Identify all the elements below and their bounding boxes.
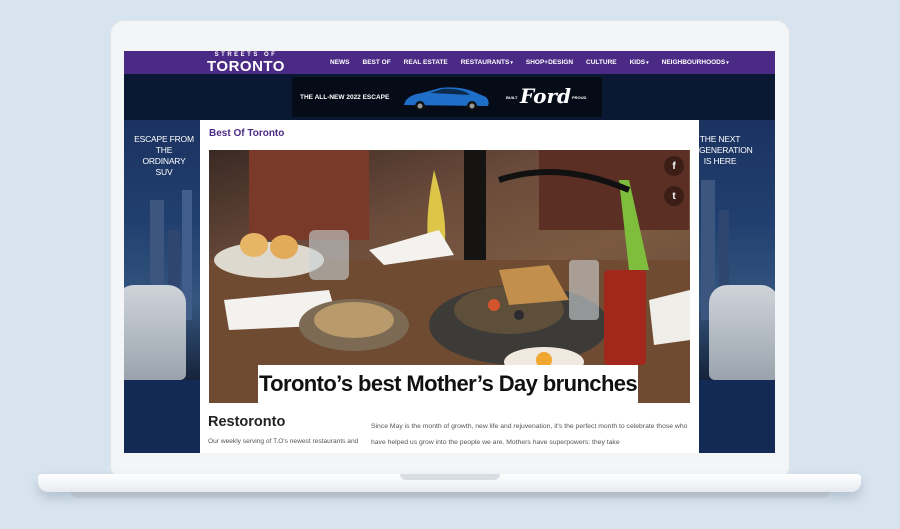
hero-title-box: Toronto’s best Mother’s Day brunches: [258, 365, 638, 403]
hero-image[interactable]: f t Toronto’s best Mother’s Day brunches: [209, 150, 690, 403]
top-ad-strip: THE ALL-NEW 2022 ESCAPE BUILT Ford PROUD: [124, 74, 775, 120]
nav-item-restaurants[interactable]: RESTAURANTS▾: [461, 59, 513, 66]
article-headline[interactable]: Toronto’s best Mother’s Day brunches: [259, 371, 638, 397]
section-title[interactable]: Best Of Toronto: [209, 128, 284, 139]
chevron-down-icon: ▾: [646, 60, 649, 66]
chevron-down-icon: ▾: [726, 60, 729, 66]
left-side-ad[interactable]: ESCAPE FROM THE ORDINARY SUV: [124, 120, 200, 380]
nav-label: REAL ESTATE: [403, 59, 448, 66]
nav-item-culture[interactable]: CULTURE: [586, 59, 617, 66]
top-navigation: STREETS OF TORONTO NEWS BEST OF REAL EST…: [124, 51, 775, 74]
nav-item-neighbourhoods[interactable]: NEIGHBOURHOODS▾: [662, 59, 729, 66]
ad-proud-text: PROUD: [572, 95, 587, 100]
car-image: [404, 87, 489, 111]
chevron-down-icon: ▾: [510, 60, 513, 66]
nav-label: NEWS: [330, 59, 350, 66]
nav-label: NEIGHBOURHOODS: [661, 59, 726, 66]
facebook-glyph: f: [672, 160, 676, 172]
suv-image: [124, 285, 186, 380]
article-body: Since May is the month of growth, new li…: [371, 423, 688, 446]
left-ad-text: ESCAPE FROM THE ORDINARY SUV: [134, 134, 194, 177]
nav-label: SHOP+DESIGN: [525, 59, 574, 66]
nav-label: BEST OF: [362, 59, 391, 66]
ad-built-text: BUILT: [506, 95, 518, 100]
nav-item-best-of[interactable]: BEST OF: [363, 59, 391, 66]
nav-item-real-estate[interactable]: REAL ESTATE: [404, 59, 448, 66]
right-ad-text: THE NEXT GENERATION IS HERE: [699, 134, 753, 166]
right-side-ad[interactable]: THE NEXT GENERATION IS HERE: [699, 120, 775, 380]
facebook-share-icon[interactable]: f: [664, 156, 684, 176]
article-card: Best Of Toronto f t Toronto’s best Mothe…: [200, 120, 699, 453]
ad-banner[interactable]: THE ALL-NEW 2022 ESCAPE BUILT Ford PROUD: [292, 77, 602, 117]
nav-item-kids[interactable]: KIDS▾: [630, 59, 649, 66]
nav-label: CULTURE: [586, 59, 617, 66]
column-description: Our weekly serving of T.O's newest resta…: [208, 438, 359, 445]
suv-image: [709, 285, 775, 380]
ad-headline: THE ALL-NEW 2022 ESCAPE: [300, 93, 390, 101]
nav-label: KIDS: [629, 59, 646, 66]
twitter-glyph: t: [672, 190, 676, 202]
nav-item-news[interactable]: NEWS: [330, 59, 350, 66]
browser-screen: STREETS OF TORONTO NEWS BEST OF REAL EST…: [124, 51, 775, 453]
twitter-share-icon[interactable]: t: [664, 186, 684, 206]
site-logo[interactable]: STREETS OF TORONTO: [204, 52, 288, 74]
nav-label: RESTAURANTS: [460, 59, 510, 66]
laptop-notch: [400, 474, 500, 480]
nav-item-shop-design[interactable]: SHOP+DESIGN: [526, 59, 573, 66]
ford-logo: Ford: [520, 84, 571, 108]
nav-menu: NEWS BEST OF REAL ESTATE RESTAURANTS▾ SH…: [330, 51, 742, 74]
logo-main-text: TORONTO: [207, 58, 285, 75]
column-title[interactable]: Restoronto: [208, 414, 285, 430]
